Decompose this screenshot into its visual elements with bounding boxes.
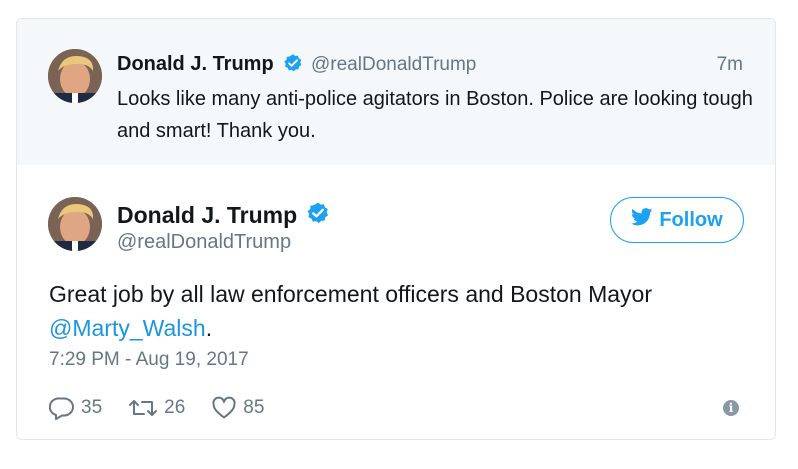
quoted-tweet-time[interactable]: 7m (717, 54, 743, 76)
author-name[interactable]: Donald J. Trump (117, 202, 297, 229)
avatar[interactable] (48, 197, 102, 251)
like-button[interactable]: 85 (211, 396, 264, 420)
verified-badge-icon (306, 201, 330, 225)
tweet-text-body: Great job by all law enforcement officer… (49, 281, 652, 307)
verified-badge-icon (283, 53, 303, 73)
heart-icon (211, 396, 237, 420)
tweet-text: Great job by all law enforcement officer… (49, 277, 749, 345)
twitter-bird-icon (631, 208, 653, 232)
follow-label: Follow (659, 208, 723, 231)
reply-button[interactable]: 35 (49, 396, 102, 420)
quoted-tweet-text: Looks like many anti-police agitators in… (117, 88, 753, 142)
tweet-timestamp[interactable]: 7:29 PM - Aug 19, 2017 (49, 349, 249, 371)
embedded-tweet-card: Donald J. Trump @realDonaldTrump 7m Look… (16, 18, 776, 440)
retweet-count: 26 (164, 397, 186, 418)
mention-link[interactable]: @Marty_Walsh (49, 315, 206, 341)
like-count: 85 (243, 397, 265, 418)
retweet-icon (128, 396, 158, 420)
avatar[interactable] (48, 49, 102, 103)
quoted-author-name[interactable]: Donald J. Trump (117, 53, 274, 76)
reply-icon (49, 396, 75, 420)
info-icon[interactable] (723, 400, 739, 416)
quoted-author-handle[interactable]: @realDonaldTrump (311, 54, 476, 76)
tweet-actions: 35 26 85 (49, 393, 290, 423)
retweet-button[interactable]: 26 (128, 396, 185, 420)
follow-button[interactable]: Follow (610, 197, 744, 243)
reply-count: 35 (81, 397, 103, 418)
author-handle[interactable]: @realDonaldTrump (117, 231, 291, 254)
quoted-tweet[interactable]: Donald J. Trump @realDonaldTrump 7m Look… (17, 19, 775, 165)
tweet-text-end: . (205, 315, 213, 341)
